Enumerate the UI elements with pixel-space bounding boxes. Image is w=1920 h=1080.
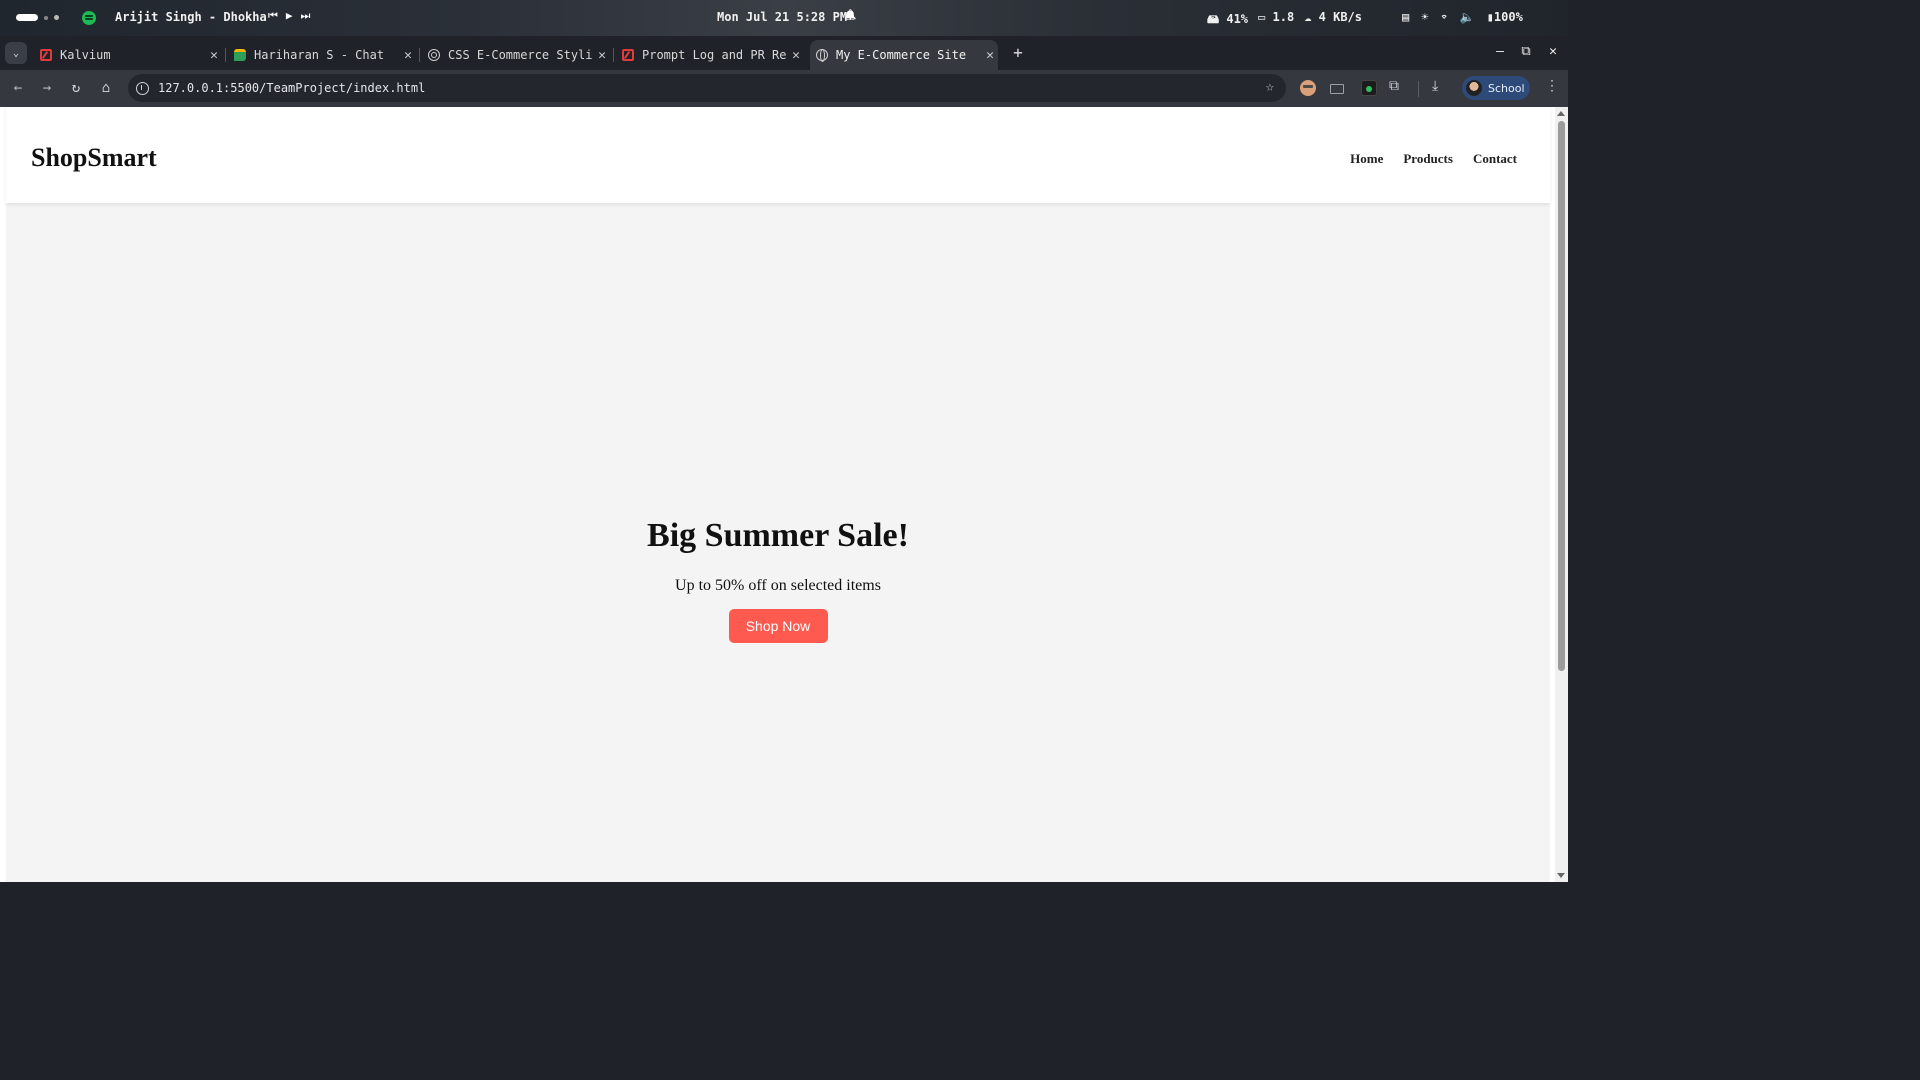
media-controls: ⏮ ▶ ⏭	[268, 9, 310, 23]
wifi-icon[interactable]: ⌔	[1440, 10, 1447, 24]
tab-title: Kalvium	[60, 48, 111, 62]
shop-now-button[interactable]: Shop Now	[728, 609, 828, 643]
site-info-icon[interactable]	[136, 81, 149, 95]
tab-chat[interactable]: Hariharan S - Chat ✕	[228, 40, 416, 70]
tab-prompt-log[interactable]: Prompt Log and PR Re ✕	[616, 40, 804, 70]
site-logo[interactable]: ShopSmart	[31, 143, 157, 173]
hero-subtitle: Up to 50% off on selected items	[675, 577, 881, 594]
nav-link-contact[interactable]: Contact	[1473, 151, 1517, 167]
scrollbar-thumb[interactable]	[1558, 121, 1565, 671]
extension-shield-icon[interactable]	[1361, 80, 1377, 96]
tab-divider	[225, 48, 226, 62]
tab-title: CSS E-Commerce Styli	[448, 48, 593, 62]
nav-link-home[interactable]: Home	[1350, 151, 1383, 167]
tab-css-ecommerce[interactable]: CSS E-Commerce Styli ✕	[422, 40, 610, 70]
toolbar-divider	[1418, 81, 1419, 97]
now-playing-text[interactable]: Arijit Singh - Dhokha	[115, 10, 267, 24]
profile-button[interactable]: School	[1462, 76, 1530, 100]
nav-link-products[interactable]: Products	[1403, 151, 1453, 167]
cpu-load-value: 1.8	[1272, 10, 1295, 24]
spotify-icon[interactable]	[82, 11, 96, 25]
hero-section: Big Summer Sale! Up to 50% off on select…	[6, 517, 1550, 643]
vertical-scrollbar[interactable]	[1555, 107, 1568, 882]
globe-icon	[816, 49, 828, 62]
profile-label: School	[1488, 81, 1525, 95]
notification-bell-icon[interactable]: 🔔	[844, 10, 856, 21]
system-stats: 🖴 41% ▭ 1.8 ☁ 4 KB/s	[1207, 10, 1362, 31]
tab-divider	[419, 48, 420, 62]
home-icon[interactable]: ⌂	[97, 79, 115, 97]
tab-close-icon[interactable]: ✕	[788, 48, 804, 63]
site-nav: Home Products Contact	[1350, 151, 1517, 167]
extension-avatar-icon[interactable]	[1300, 80, 1316, 96]
workspace-dot	[44, 15, 48, 20]
brightness-icon[interactable]: ☀	[1421, 10, 1428, 24]
chat-icon	[234, 49, 246, 61]
battery-value: 100%	[1493, 10, 1523, 24]
tab-close-icon[interactable]: ✕	[594, 48, 610, 63]
tab-close-icon[interactable]: ✕	[400, 48, 416, 63]
battery-indicator[interactable]: ▮100%	[1487, 10, 1523, 24]
url-text[interactable]: 127.0.0.1:5500/TeamProject/index.html	[158, 81, 425, 95]
site-header: ShopSmart Home Products Contact	[6, 107, 1550, 203]
cast-icon[interactable]	[1330, 84, 1344, 94]
os-top-bar: Arijit Singh - Dhokha ⏮ ▶ ⏭ Mon Jul 21 5…	[0, 0, 1568, 36]
cpu-load: ▭ 1.8	[1258, 10, 1295, 24]
maximize-icon[interactable]: ⧉	[1517, 44, 1535, 59]
openai-icon	[428, 49, 440, 61]
tab-close-icon[interactable]: ✕	[206, 48, 222, 63]
tab-my-ecommerce-site[interactable]: My E-Commerce Site ✕	[810, 40, 998, 70]
close-window-icon[interactable]: ✕	[1544, 44, 1562, 59]
play-icon[interactable]: ▶	[286, 9, 293, 23]
clock[interactable]: Mon Jul 21 5:28 PM	[717, 10, 847, 24]
tab-close-icon[interactable]: ✕	[982, 48, 998, 63]
page-body: ShopSmart Home Products Contact Big Summ…	[6, 107, 1550, 882]
download-icon[interactable]: ⤓	[1432, 78, 1438, 94]
workspace-active-pill	[16, 14, 38, 21]
reload-icon[interactable]: ↻	[67, 79, 85, 97]
tab-kalvium[interactable]: Kalvium ✕	[34, 40, 222, 70]
system-tray: ▤ ☀ ⌔ 🔈 ▮100%	[1402, 10, 1523, 24]
network-speed-value: 4 KB/s	[1318, 10, 1362, 24]
clipboard-icon[interactable]: ▤	[1402, 10, 1409, 24]
tab-title: Prompt Log and PR Re	[642, 48, 787, 62]
new-tab-button[interactable]: +	[1008, 43, 1028, 63]
tab-title: Hariharan S - Chat	[254, 48, 385, 62]
network-speed: ☁ 4 KB/s	[1304, 10, 1362, 24]
page-viewport: ShopSmart Home Products Contact Big Summ…	[0, 107, 1568, 882]
bookmark-star-icon[interactable]: ☆	[1266, 79, 1274, 95]
forward-icon[interactable]: →	[38, 79, 56, 97]
browser-toolbar: ← → ↻ ⌂ 127.0.0.1:5500/TeamProject/index…	[0, 70, 1568, 107]
hero-title: Big Summer Sale!	[647, 517, 909, 554]
kalvium-icon	[622, 49, 634, 61]
volume-icon[interactable]: 🔈	[1460, 10, 1475, 24]
scroll-up-icon[interactable]	[1557, 111, 1565, 116]
address-bar[interactable]: 127.0.0.1:5500/TeamProject/index.html ☆	[128, 74, 1286, 102]
workspace-dot	[54, 15, 59, 20]
avatar	[1466, 80, 1482, 96]
next-track-icon[interactable]: ⏭	[301, 9, 311, 23]
extensions-puzzle-icon[interactable]: ⧉	[1389, 78, 1405, 94]
workspace-indicator[interactable]	[16, 14, 59, 21]
back-icon[interactable]: ←	[9, 79, 27, 97]
disk-usage: 🖴 41%	[1207, 12, 1249, 26]
browser-tab-strip: ⌄ Kalvium ✕ Hariharan S - Chat ✕ CSS E-C…	[0, 36, 1568, 70]
scroll-down-icon[interactable]	[1557, 873, 1565, 878]
tab-divider	[613, 48, 614, 62]
minimize-icon[interactable]: –	[1491, 44, 1509, 59]
disk-usage-value: 41%	[1226, 12, 1249, 26]
browser-menu-icon[interactable]: ⋮	[1545, 78, 1559, 94]
tab-search-button[interactable]: ⌄	[5, 42, 27, 64]
tab-title: My E-Commerce Site	[836, 48, 967, 62]
kalvium-icon	[40, 49, 52, 61]
previous-track-icon[interactable]: ⏮	[268, 9, 278, 23]
